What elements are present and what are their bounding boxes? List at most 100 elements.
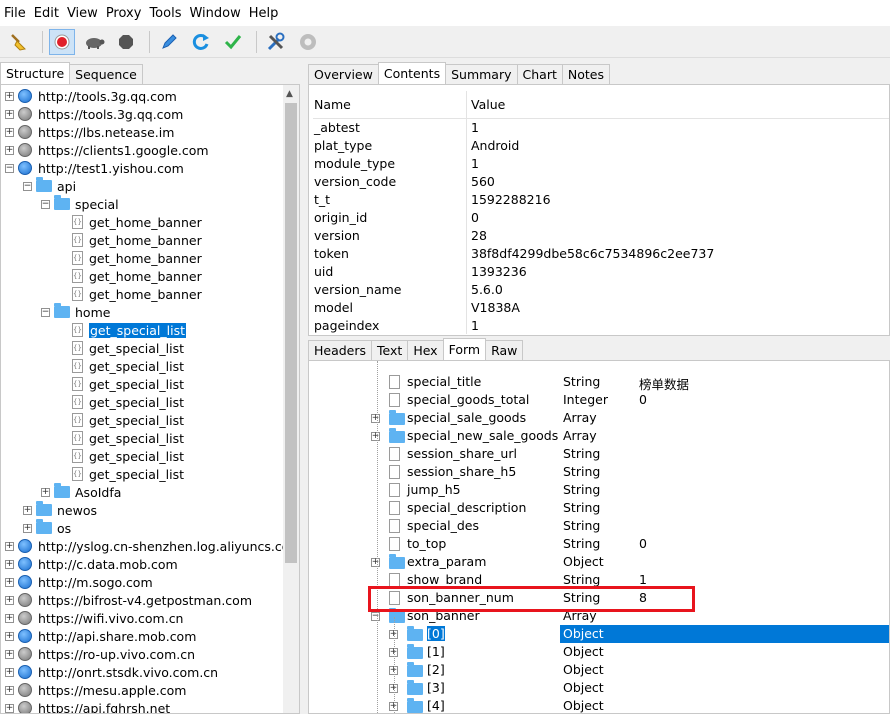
param-row[interactable]: version 28: [313, 226, 889, 244]
tree-item[interactable]: + https://ro-up.vivo.com.cn: [5, 645, 195, 663]
param-row[interactable]: plat_type Android: [313, 136, 889, 154]
tree-item[interactable]: + http://tools.3g.qq.com: [5, 87, 177, 105]
tree-item[interactable]: + https://api.fghrsh.net: [5, 699, 170, 713]
broom-icon[interactable]: [6, 29, 32, 55]
tree-item[interactable]: + http://m.sogo.com: [5, 573, 153, 591]
expand-icon[interactable]: +: [5, 91, 14, 101]
tools-icon[interactable]: [263, 29, 289, 55]
pen-icon[interactable]: [156, 29, 182, 55]
collapse-icon[interactable]: −: [41, 307, 50, 317]
tree-item[interactable]: {} get_special_list: [59, 393, 184, 411]
menu-window[interactable]: Window: [185, 6, 244, 21]
expand-icon[interactable]: +: [5, 685, 14, 695]
tree-item[interactable]: {} get_special_list: [59, 465, 184, 483]
form-row[interactable]: jump_h5 String: [309, 481, 889, 499]
tree-item[interactable]: {} get_special_list: [59, 411, 184, 429]
tab-headers[interactable]: Headers: [308, 340, 373, 360]
form-row[interactable]: + [4] Object: [309, 697, 889, 713]
tab-text[interactable]: Text: [371, 340, 409, 360]
expand-icon[interactable]: +: [5, 145, 14, 155]
tree-item[interactable]: {} get_special_list: [59, 321, 187, 339]
expand-icon[interactable]: +: [5, 667, 14, 677]
form-row[interactable]: session_share_url String: [309, 445, 889, 463]
form-row[interactable]: special_des String: [309, 517, 889, 535]
form-row[interactable]: + [0] Object: [309, 625, 889, 643]
form-row[interactable]: + special_sale_goods Array: [309, 409, 889, 427]
tree-item[interactable]: + https://wifi.vivo.com.cn: [5, 609, 183, 627]
param-row[interactable]: model V1838A: [313, 298, 889, 316]
tree-scrollbar[interactable]: ▲: [283, 85, 299, 713]
expand-icon[interactable]: +: [5, 613, 14, 623]
menu-file[interactable]: File: [0, 6, 30, 21]
form-row[interactable]: + extra_param Object: [309, 553, 889, 571]
tab-summary[interactable]: Summary: [445, 64, 518, 84]
tree-item[interactable]: {} get_special_list: [59, 447, 184, 465]
menu-help[interactable]: Help: [245, 6, 283, 21]
expand-icon[interactable]: +: [5, 109, 14, 119]
tree-item[interactable]: {} get_home_banner: [59, 285, 202, 303]
menu-proxy[interactable]: Proxy: [102, 6, 146, 21]
collapse-icon[interactable]: −: [23, 181, 32, 191]
expand-icon[interactable]: +: [5, 649, 14, 659]
collapse-icon[interactable]: −: [5, 163, 14, 173]
menu-view[interactable]: View: [63, 6, 102, 21]
tree-item[interactable]: + https://tools.3g.qq.com: [5, 105, 183, 123]
collapse-icon[interactable]: −: [371, 612, 380, 621]
tab-structure[interactable]: Structure: [0, 62, 71, 84]
param-row[interactable]: module_type 1: [313, 154, 889, 172]
expand-icon[interactable]: +: [23, 523, 32, 533]
expand-icon[interactable]: +: [5, 559, 14, 569]
tab-contents[interactable]: Contents: [377, 62, 447, 84]
column-name-header[interactable]: Name: [313, 90, 467, 119]
expand-icon[interactable]: +: [5, 577, 14, 587]
tree-item[interactable]: {} get_special_list: [59, 339, 184, 357]
tree-item[interactable]: + AsoIdfa: [41, 483, 121, 501]
tab-form[interactable]: Form: [442, 338, 487, 360]
column-value-header[interactable]: Value: [467, 97, 505, 112]
tree-item[interactable]: + https://mesu.apple.com: [5, 681, 186, 699]
tree-item[interactable]: + os: [23, 519, 71, 537]
param-row[interactable]: version_name 5.6.0: [313, 280, 889, 298]
scroll-thumb[interactable]: [285, 103, 297, 563]
scroll-up-icon[interactable]: ▲: [286, 89, 293, 99]
form-row[interactable]: + special_new_sale_goods Array: [309, 427, 889, 445]
checkmark-icon[interactable]: [220, 29, 246, 55]
tab-notes[interactable]: Notes: [561, 64, 610, 84]
turtle-icon[interactable]: [81, 29, 107, 55]
tree-item[interactable]: {} get_special_list: [59, 357, 184, 375]
tree-item[interactable]: + https://lbs.netease.im: [5, 123, 174, 141]
expand-icon[interactable]: +: [371, 432, 380, 441]
expand-icon[interactable]: +: [23, 505, 32, 515]
tab-chart[interactable]: Chart: [516, 64, 563, 84]
expand-icon[interactable]: +: [5, 541, 14, 551]
tree-item[interactable]: + http://yslog.cn-shenzhen.log.aliyuncs.c…: [5, 537, 299, 555]
tree-item[interactable]: {} get_special_list: [59, 429, 184, 447]
form-row[interactable]: session_share_h5 String: [309, 463, 889, 481]
param-row[interactable]: origin_id 0: [313, 208, 889, 226]
param-row[interactable]: uid 1393236: [313, 262, 889, 280]
tab-overview[interactable]: Overview: [308, 64, 379, 84]
tree-item[interactable]: + http://onrt.stsdk.vivo.com.cn: [5, 663, 218, 681]
tree-item[interactable]: − home: [41, 303, 110, 321]
stop-icon[interactable]: [113, 29, 139, 55]
menu-tools[interactable]: Tools: [145, 6, 185, 21]
expand-icon[interactable]: +: [371, 558, 380, 567]
tree-item[interactable]: + https://bifrost-v4.getpostman.com: [5, 591, 252, 609]
tab-hex[interactable]: Hex: [407, 340, 444, 360]
form-row[interactable]: special_goods_total Integer 0: [309, 391, 889, 409]
expand-icon[interactable]: +: [371, 414, 380, 423]
tree-item[interactable]: {} get_special_list: [59, 375, 184, 393]
tree-item[interactable]: + http://api.share.mob.com: [5, 627, 196, 645]
tree-item[interactable]: {} get_home_banner: [59, 231, 202, 249]
tree-item[interactable]: − api: [23, 177, 76, 195]
tree-item[interactable]: + https://clients1.google.com: [5, 141, 209, 159]
record-icon[interactable]: [49, 28, 75, 55]
tab-raw[interactable]: Raw: [485, 340, 524, 360]
tree-item[interactable]: {} get_home_banner: [59, 249, 202, 267]
param-row[interactable]: token 38f8df4299dbe58c6c7534896c2ee737: [313, 244, 889, 262]
form-row[interactable]: special_title String 榜单数据: [309, 373, 889, 392]
expand-icon[interactable]: +: [5, 703, 14, 713]
settings-icon[interactable]: [295, 29, 321, 55]
expand-icon[interactable]: +: [41, 487, 50, 497]
menu-edit[interactable]: Edit: [30, 6, 63, 21]
